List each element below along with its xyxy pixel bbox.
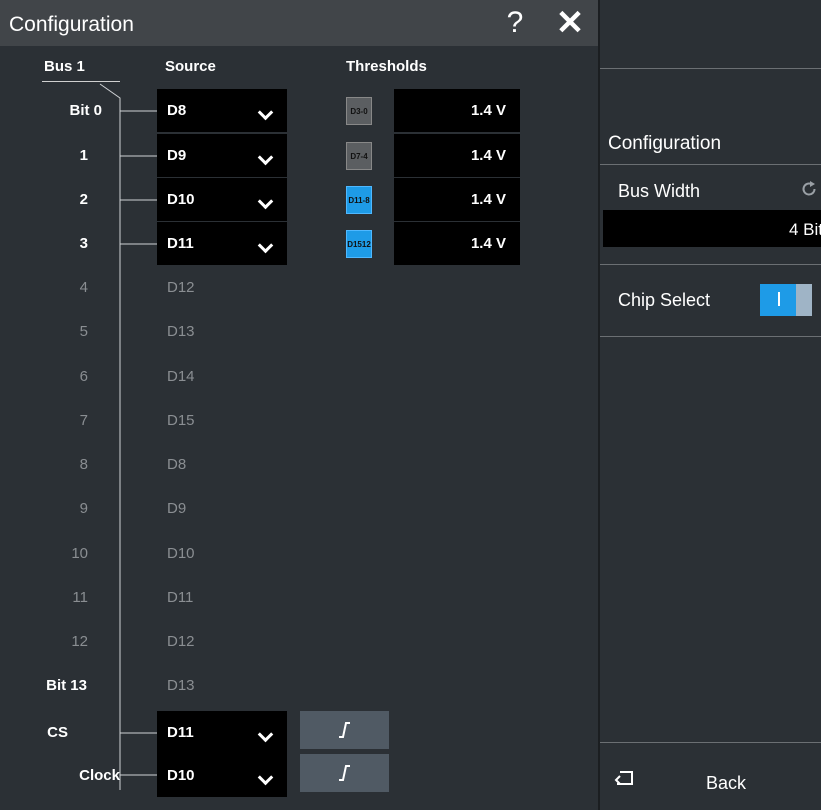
clock-label: Clock: [79, 767, 120, 784]
cs-source-dropdown[interactable]: D11: [157, 711, 287, 754]
source-value: D10: [167, 191, 195, 208]
chevron-down-icon: [257, 149, 274, 166]
back-label: Back: [706, 773, 747, 793]
chevron-down-icon: [257, 237, 274, 254]
source-value: D12: [167, 279, 195, 296]
source-value: D8: [167, 102, 187, 119]
threshold-value-field[interactable]: 1.4 V: [394, 178, 520, 221]
chevron-down-icon: [257, 726, 274, 743]
source-value: D11: [167, 724, 194, 741]
back-button[interactable]: Back: [600, 742, 821, 810]
bit-label: 1: [79, 147, 88, 164]
threshold-group-button[interactable]: D3-0: [346, 97, 372, 125]
back-arrow-icon: [614, 771, 633, 785]
divider: [600, 164, 821, 165]
chevron-down-icon: [257, 104, 274, 121]
bit-label: Bit 0: [69, 102, 102, 119]
source-dropdown-bit-1[interactable]: D9: [157, 134, 287, 177]
toggle-on-mark: [778, 292, 780, 306]
divider: [600, 336, 821, 337]
threshold-value: 1.4 V: [470, 235, 506, 252]
chevron-down-icon: [257, 193, 274, 210]
source-dropdown-bit-2[interactable]: D10: [157, 178, 287, 221]
source-dropdown-bit-0[interactable]: D8: [157, 89, 287, 132]
configuration-dialog: Configuration ? ✕ Bus 1 Source Threshold…: [0, 0, 598, 810]
chip-select-toggle[interactable]: [760, 284, 812, 316]
bit-label: 10: [71, 545, 88, 562]
side-panel: Configuration Bus Width 4 Bit Chip Selec…: [598, 0, 821, 810]
bit-label: 6: [79, 368, 88, 385]
source-value: D11: [167, 235, 194, 252]
source-value: D10: [167, 545, 195, 562]
threshold-value-field[interactable]: 1.4 V: [394, 89, 520, 132]
bus-width-label: Bus Width: [618, 181, 701, 201]
threshold-value: 1.4 V: [470, 147, 506, 164]
bus-width-field[interactable]: 4 Bit: [603, 210, 821, 247]
source-dropdown-bit-3[interactable]: D11: [157, 222, 287, 265]
source-value: D8: [167, 456, 187, 473]
rising-edge-icon: [339, 722, 350, 738]
threshold-group-button[interactable]: D1512: [346, 230, 372, 258]
source-value: D13: [167, 323, 195, 340]
threshold-value-field[interactable]: 1.4 V: [394, 134, 520, 177]
clock-source-dropdown[interactable]: D10: [157, 754, 287, 797]
cs-label: CS: [47, 724, 68, 741]
bit-label: Bit 13: [46, 677, 87, 694]
bit-label: 3: [79, 235, 88, 252]
source-value: D11: [167, 589, 194, 606]
source-value: D13: [167, 677, 195, 694]
toggle-knob: [796, 284, 812, 316]
cs-edge-button[interactable]: [300, 711, 389, 749]
source-value: D14: [167, 368, 195, 385]
bit-label: 4: [79, 279, 88, 296]
source-value: D9: [167, 500, 187, 517]
source-value: D15: [167, 412, 195, 429]
clock-edge-button[interactable]: [300, 754, 389, 792]
panel-title: Configuration: [608, 133, 722, 154]
threshold-group-button[interactable]: D11-8: [346, 186, 372, 214]
app-window: Configuration ? ✕ Bus 1 Source Threshold…: [0, 0, 821, 810]
bit-label: 11: [72, 589, 88, 606]
bit-label: 5: [79, 323, 88, 340]
source-value: D12: [167, 633, 195, 650]
divider: [600, 68, 821, 69]
bit-label: 9: [79, 500, 88, 517]
threshold-group-button[interactable]: D7-4: [346, 142, 372, 170]
threshold-value: 1.4 V: [470, 191, 506, 208]
bus-width-value: 4 Bit: [788, 220, 821, 239]
bit-label: 2: [79, 191, 88, 208]
source-value: D9: [167, 147, 187, 164]
rising-edge-icon: [339, 765, 350, 781]
reset-icon[interactable]: [800, 180, 818, 198]
chevron-down-icon: [257, 769, 274, 786]
threshold-value-field[interactable]: 1.4 V: [394, 222, 520, 265]
threshold-value: 1.4 V: [470, 102, 506, 119]
bit-label: 7: [79, 412, 88, 429]
source-value: D10: [167, 767, 195, 784]
chip-select-label: Chip Select: [618, 290, 711, 310]
bit-label: 12: [71, 633, 88, 650]
divider: [600, 264, 821, 265]
bit-label: 8: [79, 456, 88, 473]
